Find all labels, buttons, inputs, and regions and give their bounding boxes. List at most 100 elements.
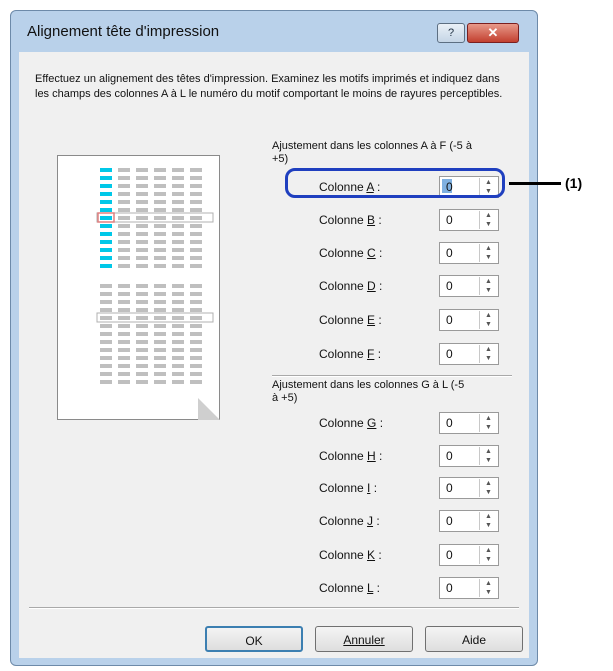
help-button[interactable]: Aide xyxy=(425,626,523,652)
pattern-dash xyxy=(190,324,202,328)
pattern-dash xyxy=(154,208,166,212)
spin-down-icon[interactable]: ▼ xyxy=(480,320,497,329)
spin-buttons: ▲ ▼ xyxy=(479,311,497,329)
column-b-label: Colonne B : xyxy=(319,213,382,227)
column-h-spinbox[interactable]: 0 ▲ ▼ xyxy=(439,445,499,467)
pattern-dash xyxy=(154,176,166,180)
pattern-dash xyxy=(136,284,148,288)
pattern-dash xyxy=(154,292,166,296)
column-g-spinbox[interactable]: 0 ▲ ▼ xyxy=(439,412,499,434)
spin-buttons: ▲ ▼ xyxy=(479,546,497,564)
pattern-dash xyxy=(172,216,184,220)
pattern-dash xyxy=(136,364,148,368)
pattern-dash xyxy=(100,348,112,352)
column-l-spinbox[interactable]: 0 ▲ ▼ xyxy=(439,577,499,599)
pattern-dash xyxy=(118,168,130,172)
pattern-dash xyxy=(172,348,184,352)
column-c-label: Colonne C : xyxy=(319,246,383,260)
spin-down-icon[interactable]: ▼ xyxy=(480,354,497,363)
spin-up-icon[interactable]: ▲ xyxy=(480,479,497,488)
spin-down-icon[interactable]: ▼ xyxy=(480,488,497,497)
spin-down-icon[interactable]: ▼ xyxy=(480,456,497,465)
pattern-dash xyxy=(100,240,112,244)
pattern-dash xyxy=(118,292,130,296)
spin-up-icon[interactable]: ▲ xyxy=(480,311,497,320)
pattern-dash xyxy=(190,176,202,180)
pattern-dash xyxy=(118,348,130,352)
pattern-dash xyxy=(172,340,184,344)
column-b-spinbox[interactable]: 0 ▲ ▼ xyxy=(439,209,499,231)
column-d-spinbox[interactable]: 0 ▲ ▼ xyxy=(439,275,499,297)
pattern-dash xyxy=(136,264,148,268)
spin-up-icon[interactable]: ▲ xyxy=(480,211,497,220)
pattern-dash xyxy=(100,256,112,260)
pattern-dash xyxy=(172,208,184,212)
pattern-dash xyxy=(172,316,184,320)
print-pattern-preview xyxy=(57,155,220,420)
column-e-label: Colonne E : xyxy=(319,313,382,327)
pattern-dash xyxy=(136,348,148,352)
pattern-dash xyxy=(154,232,166,236)
pattern-dash xyxy=(154,300,166,304)
pattern-dash xyxy=(100,332,112,336)
pattern-dash xyxy=(172,364,184,368)
pattern-dash xyxy=(136,292,148,296)
spin-up-icon[interactable]: ▲ xyxy=(480,447,497,456)
pattern-dash xyxy=(118,308,130,312)
spin-down-icon[interactable]: ▼ xyxy=(480,588,497,597)
callout-line xyxy=(509,182,561,185)
spin-up-icon[interactable]: ▲ xyxy=(480,244,497,253)
column-j-spinbox[interactable]: 0 ▲ ▼ xyxy=(439,510,499,532)
pattern-dash xyxy=(136,356,148,360)
pattern-dash xyxy=(118,332,130,336)
spin-down-icon[interactable]: ▼ xyxy=(480,521,497,530)
pattern-dash xyxy=(136,184,148,188)
spin-up-icon[interactable]: ▲ xyxy=(480,277,497,286)
pattern-dash xyxy=(100,176,112,180)
spin-down-icon[interactable]: ▼ xyxy=(480,220,497,229)
pattern-dash xyxy=(190,192,202,196)
column-l-label: Colonne L : xyxy=(319,581,380,595)
pattern-dash xyxy=(136,176,148,180)
pattern-dash xyxy=(100,208,112,212)
pattern-dash xyxy=(136,200,148,204)
spin-down-icon[interactable]: ▼ xyxy=(480,253,497,262)
bottom-separator xyxy=(29,607,519,609)
column-c-spinbox[interactable]: 0 ▲ ▼ xyxy=(439,242,499,264)
pattern-dash xyxy=(136,308,148,312)
column-f-spinbox[interactable]: 0 ▲ ▼ xyxy=(439,343,499,365)
pattern-dash xyxy=(190,168,202,172)
pattern-dash xyxy=(136,208,148,212)
spin-up-icon[interactable]: ▲ xyxy=(480,546,497,555)
column-i-spinbox[interactable]: 0 ▲ ▼ xyxy=(439,477,499,499)
spin-down-icon[interactable]: ▼ xyxy=(480,423,497,432)
close-icon[interactable]: ✕ xyxy=(467,23,519,43)
spin-up-icon[interactable]: ▲ xyxy=(480,512,497,521)
spin-down-icon[interactable]: ▼ xyxy=(480,555,497,564)
cancel-button[interactable]: Annuler xyxy=(315,626,413,652)
spin-up-icon[interactable]: ▲ xyxy=(480,579,497,588)
callout-highlight xyxy=(285,168,505,198)
spin-buttons: ▲ ▼ xyxy=(479,579,497,597)
pattern-dash xyxy=(118,248,130,252)
dialog-title: Alignement tête d'impression xyxy=(27,23,220,40)
spin-down-icon[interactable]: ▼ xyxy=(480,286,497,295)
pattern-dash xyxy=(190,364,202,368)
spin-up-icon[interactable]: ▲ xyxy=(480,345,497,354)
pattern-dash xyxy=(136,240,148,244)
spin-up-icon[interactable]: ▲ xyxy=(480,414,497,423)
pattern-dash xyxy=(190,340,202,344)
column-k-spinbox[interactable]: 0 ▲ ▼ xyxy=(439,544,499,566)
pattern-dash xyxy=(154,216,166,220)
pattern-dash xyxy=(154,168,166,172)
page-fold-corner xyxy=(198,398,220,420)
dialog-body: Effectuez un alignement des têtes d'impr… xyxy=(19,52,529,658)
pattern-dash xyxy=(172,176,184,180)
column-value: 0 xyxy=(446,213,453,227)
column-value: 0 xyxy=(446,313,453,327)
column-e-spinbox[interactable]: 0 ▲ ▼ xyxy=(439,309,499,331)
group-label-g-l: Ajustement dans les colonnes G à L (-5 à… xyxy=(272,379,465,404)
help-icon[interactable]: ? xyxy=(437,23,465,43)
ok-button[interactable]: OK xyxy=(205,626,303,652)
pattern-dash xyxy=(154,308,166,312)
